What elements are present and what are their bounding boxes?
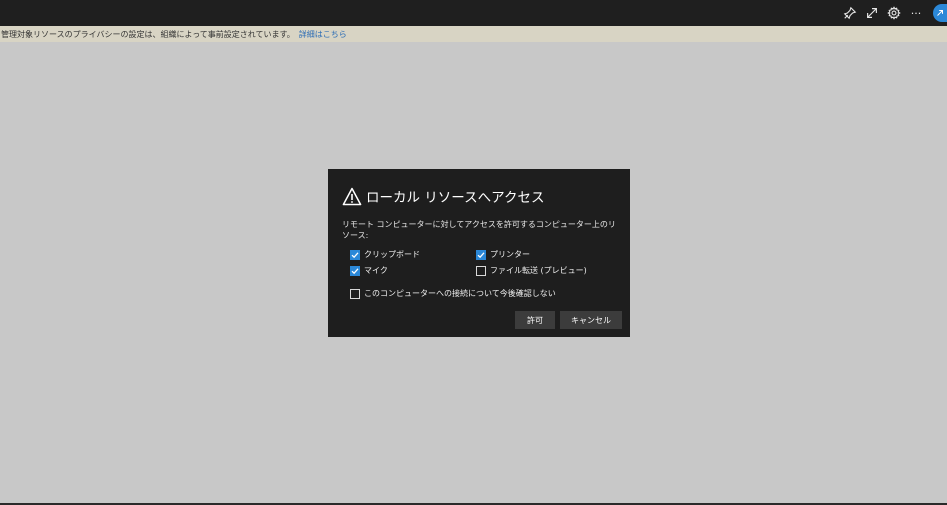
local-resource-access-dialog: ローカル リソースへアクセス リモート コンピューターに対してアクセスを許可する… [328,169,630,337]
option-label: このコンピューターへの接続について今後確認しない [364,289,556,298]
option-clipboard[interactable]: クリップボード [350,249,476,260]
checkbox-unchecked-icon[interactable] [476,265,486,276]
option-microphone[interactable]: マイク [350,265,476,276]
checkbox-checked-icon[interactable] [476,249,486,260]
privacy-info-bar: 管理対象リソースのプライバシーの設定は、組織によって事前設定されています。 詳細… [0,26,947,42]
learn-more-link[interactable]: 詳細はこちら [299,29,347,40]
gear-icon[interactable] [883,0,905,26]
dialog-buttons: 許可 キャンセル [515,311,622,329]
dialog-title-row: ローカル リソースへアクセス [342,185,616,207]
info-message: 管理対象リソースのプライバシーの設定は、組織によって事前設定されています。 [1,29,295,39]
option-printer[interactable]: プリンター [476,249,616,260]
more-icon[interactable]: ··· [905,0,927,26]
checkbox-checked-icon[interactable] [350,249,360,260]
option-dont-ask-again[interactable]: このコンピューターへの接続について今後確認しない [342,288,616,299]
cancel-button[interactable]: キャンセル [560,311,622,329]
dialog-description: リモート コンピューターに対してアクセスを許可するコンピューター上のリソース: [342,220,616,240]
option-file-transfer[interactable]: ファイル転送 (プレビュー) [476,265,616,276]
expand-icon[interactable] [861,0,883,26]
checkbox-checked-icon[interactable] [350,265,360,276]
checkbox-unchecked-icon[interactable] [350,288,360,299]
unpin-icon[interactable] [839,0,861,26]
option-label: クリップボード [364,250,420,259]
allow-button[interactable]: 許可 [515,311,555,329]
warning-icon [342,187,362,205]
resource-options: クリップボード プリンター マイク ファイル転送 (プレビュー) [342,249,616,276]
option-label: プリンター [490,250,530,259]
option-label: ファイル転送 (プレビュー) [490,266,587,275]
option-label: マイク [364,266,388,275]
avatar-icon[interactable] [933,4,947,22]
dialog-title: ローカル リソースへアクセス [366,190,545,206]
top-toolbar: ··· [0,0,947,26]
